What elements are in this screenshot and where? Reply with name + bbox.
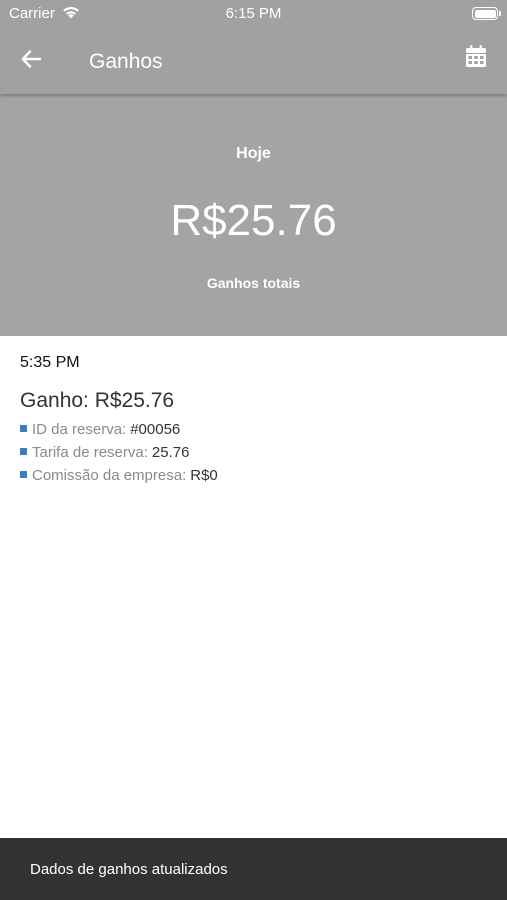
entry-time: 5:35 PM — [20, 354, 80, 371]
entry-details: ID da reserva: #00056 Tarifa de reserva:… — [20, 418, 487, 487]
status-bar: Carrier 6:15 PM — [0, 0, 507, 28]
entry-title: Ganho: R$25.76 — [20, 389, 175, 412]
summary-amount: R$25.76 — [170, 196, 337, 245]
snackbar: Dados de ganhos atualizados — [0, 838, 507, 900]
detail-label: Tarifa de reserva: — [32, 444, 148, 461]
detail-label: Comissão da empresa: — [32, 467, 187, 484]
calendar-icon — [466, 44, 486, 72]
earning-entry[interactable]: 5:35 PM Ganho: R$25.76 ID da reserva: #0… — [0, 336, 507, 487]
bullet-icon — [20, 448, 27, 455]
bullet-icon — [20, 425, 27, 432]
back-button[interactable] — [14, 44, 48, 78]
snackbar-message: Dados de ganhos atualizados — [30, 860, 228, 878]
detail-value: #00056 — [130, 421, 181, 438]
calendar-button[interactable] — [461, 43, 491, 73]
earnings-summary: Hoje R$25.76 Ganhos totais — [0, 94, 507, 336]
earnings-list: 5:35 PM Ganho: R$25.76 ID da reserva: #0… — [0, 336, 507, 487]
summary-period: Hoje — [236, 145, 271, 162]
detail-booking-id: ID da reserva: #00056 — [20, 418, 487, 441]
status-time: 6:15 PM — [225, 5, 282, 22]
detail-value: 25.76 — [151, 444, 190, 461]
earnings-screen: Carrier 6:15 PM Ganhos Hoje R$25.76 Ganh… — [0, 0, 507, 900]
top-bar: Carrier 6:15 PM Ganhos — [0, 0, 507, 94]
summary-label: Ganhos totais — [206, 275, 301, 291]
page-title: Ganhos — [89, 50, 163, 73]
bullet-icon — [20, 471, 27, 478]
detail-value: R$0 — [190, 467, 218, 484]
detail-label: ID da reserva: — [32, 421, 127, 438]
battery-icon — [472, 7, 501, 20]
app-header: Ganhos — [0, 28, 507, 94]
detail-company-commission: Comissão da empresa: R$0 — [20, 464, 487, 487]
arrow-left-icon — [21, 49, 42, 73]
detail-booking-fare: Tarifa de reserva: 25.76 — [20, 441, 487, 464]
